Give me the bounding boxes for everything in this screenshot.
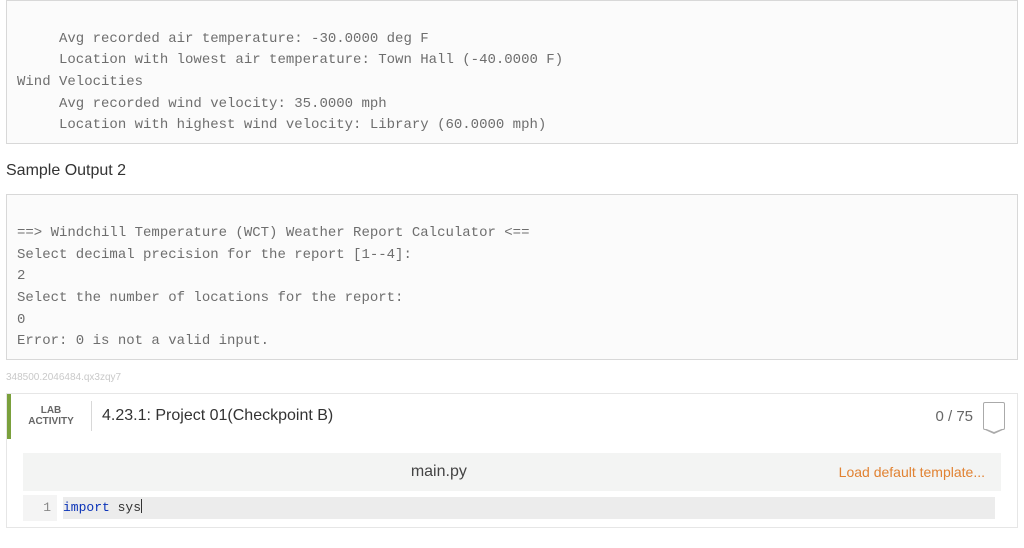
hash-text: 348500.2046484.qx3zqy7 xyxy=(6,372,1018,383)
module-name: sys xyxy=(110,500,141,515)
text-cursor xyxy=(141,499,142,513)
lab-label-bottom: ACTIVITY xyxy=(11,416,91,427)
lab-activity-label: LAB ACTIVITY xyxy=(11,405,91,427)
editor-wrap: main.py Load default template... 1 impor… xyxy=(7,439,1017,527)
ribbon-icon xyxy=(983,402,1005,430)
sample-output-1-block: Avg recorded air temperature: -30.0000 d… xyxy=(6,0,1018,144)
gutter: 1 xyxy=(23,495,57,521)
keyword-import: import xyxy=(63,500,110,515)
output-line: ==> Windchill Temperature (WCT) Weather … xyxy=(17,225,529,241)
sample-output-2-heading: Sample Output 2 xyxy=(6,162,1018,180)
output-line: Location with lowest air temperature: To… xyxy=(17,52,563,68)
file-name: main.py xyxy=(39,463,839,481)
lab-label-top: LAB xyxy=(11,405,91,416)
output-line: Select decimal precision for the report … xyxy=(17,247,412,263)
output-line: 2 xyxy=(17,268,25,284)
output-line: Select the number of locations for the r… xyxy=(17,290,403,306)
lab-score: 0 / 75 xyxy=(935,408,973,425)
output-line: Avg recorded wind velocity: 35.0000 mph xyxy=(17,96,387,112)
output-line: Avg recorded air temperature: -30.0000 d… xyxy=(17,31,429,47)
divider xyxy=(91,401,92,431)
code-line[interactable]: import sys xyxy=(63,497,995,519)
code-editor[interactable]: 1 import sys xyxy=(23,495,1001,521)
file-bar: main.py Load default template... xyxy=(23,453,1001,491)
output-line: Wind Velocities xyxy=(17,74,143,90)
sample-output-2-block: ==> Windchill Temperature (WCT) Weather … xyxy=(6,194,1018,360)
output-line: Location with highest wind velocity: Lib… xyxy=(17,117,546,133)
load-default-template-link[interactable]: Load default template... xyxy=(839,464,985,480)
lab-activity-box: LAB ACTIVITY 4.23.1: Project 01(Checkpoi… xyxy=(6,393,1018,528)
output-line: 0 xyxy=(17,312,25,328)
lab-title: 4.23.1: Project 01(Checkpoint B) xyxy=(102,407,935,425)
lab-header: LAB ACTIVITY 4.23.1: Project 01(Checkpoi… xyxy=(7,394,1017,439)
line-number: 1 xyxy=(23,497,51,519)
code-area[interactable]: import sys xyxy=(57,495,1001,521)
output-line: Error: 0 is not a valid input. xyxy=(17,333,269,349)
